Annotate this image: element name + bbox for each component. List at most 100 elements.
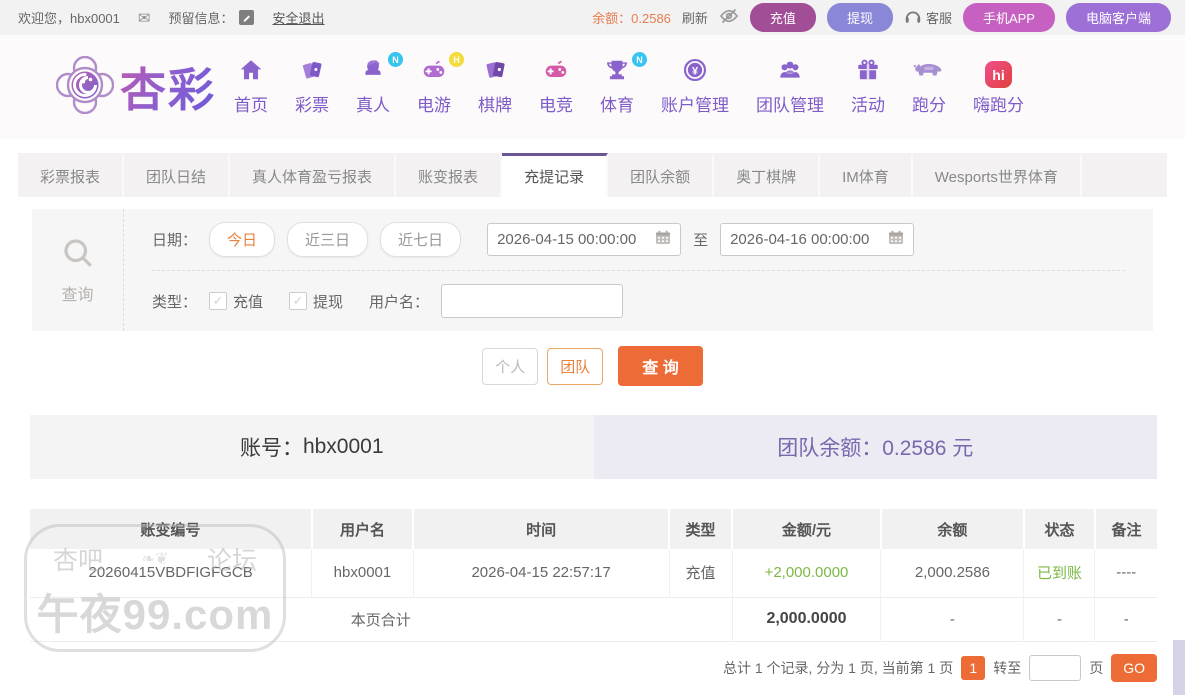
nav-label: 棋牌 <box>478 96 512 115</box>
refresh-link[interactable]: 刷新 <box>682 8 708 27</box>
mobile-app-button[interactable]: 手机APP <box>962 3 1055 32</box>
balance-value: 0.2586 <box>631 11 671 26</box>
go-button[interactable]: GO <box>1111 653 1157 682</box>
nav-item-home[interactable]: 首页 <box>234 58 268 116</box>
brand-logo[interactable]: 杏彩 <box>55 54 216 120</box>
date-from-input[interactable] <box>497 231 650 248</box>
calendar-icon[interactable] <box>655 230 671 249</box>
tab-wesports[interactable]: Wesports世界体育 <box>913 153 1082 197</box>
range-3days-button[interactable]: 近三日 <box>287 222 369 257</box>
nav-label: 电游 <box>417 96 451 115</box>
nav-item-esports[interactable]: 电竞 <box>539 58 573 116</box>
nav-item-egames[interactable]: H 电游 <box>417 52 464 116</box>
goto-page-input[interactable] <box>1029 654 1082 681</box>
eye-slash-icon[interactable] <box>719 6 739 29</box>
filter-panel: 查询 日期： 今日 近三日 近七日 至 <box>32 209 1153 331</box>
nav-label: 首页 <box>234 96 268 115</box>
search-button[interactable]: 查 询 <box>618 346 703 386</box>
col-amount: 金额/元 <box>731 509 881 549</box>
tab-deposit-withdraw-records[interactable]: 充提记录 <box>502 153 609 197</box>
nav-item-paofen[interactable]: 跑分 <box>912 58 946 116</box>
username-input[interactable] <box>441 284 624 318</box>
col-balance: 余额 <box>879 509 1024 549</box>
summary-row: 本页合计 2,000.0000 - - - <box>30 597 1157 642</box>
summary-amount: 2,000.0000 <box>731 597 881 642</box>
nav-label: 跑分 <box>912 96 946 115</box>
nav-badge: H <box>449 52 464 67</box>
col-status: 状态 <box>1022 509 1095 549</box>
summary-dash: - <box>1094 597 1157 642</box>
nav-item-live[interactable]: N 真人 <box>356 52 403 116</box>
nav-item-hi-paofen[interactable]: hi 嗨跑分 <box>973 58 1024 116</box>
personal-button[interactable]: 个人 <box>482 347 539 385</box>
summary-dash: - <box>1023 597 1095 642</box>
range-today-button[interactable]: 今日 <box>209 222 276 257</box>
pc-client-button[interactable]: 电脑客户端 <box>1065 3 1171 32</box>
type-label: 类型： <box>152 293 198 311</box>
trophy-icon <box>604 57 630 88</box>
tab-account-changes[interactable]: 账变报表 <box>396 153 503 197</box>
nav-label: 活动 <box>851 96 885 115</box>
nav-item-lottery[interactable]: 彩票 <box>295 58 329 116</box>
nav-item-promotions[interactable]: 活动 <box>851 58 885 116</box>
nav-item-sports[interactable]: N 体育 <box>600 52 647 116</box>
logo-flower-icon <box>55 55 115 119</box>
table-row: 20260415VBDFIGFGCB hbx0001 2026-04-15 22… <box>30 549 1157 598</box>
date-to-input[interactable] <box>730 231 883 248</box>
hi-app-icon: hi <box>985 61 1012 88</box>
balance-label: 余额： <box>592 11 632 26</box>
current-page-button[interactable]: 1 <box>961 655 986 680</box>
edit-icon[interactable] <box>239 10 255 25</box>
date-to-field[interactable] <box>720 223 915 256</box>
tab-lottery-report[interactable]: 彩票报表 <box>18 153 125 197</box>
esports-gamepad-icon <box>542 57 570 88</box>
scrollbar-thumb[interactable] <box>1173 640 1185 695</box>
deposit-checkbox[interactable]: ✓ <box>209 292 228 310</box>
team-balance-value: 0.2586 元 <box>882 437 974 460</box>
nav-label: 团队管理 <box>756 96 824 115</box>
nav-item-boardgames[interactable]: 棋牌 <box>478 58 512 116</box>
nav-label: 真人 <box>356 96 390 115</box>
svg-text:¥: ¥ <box>692 65 698 77</box>
nav-item-account-management[interactable]: ¥ 账户管理 <box>661 58 729 116</box>
team-balance-label: 团队余额： <box>777 437 883 460</box>
summary-label: 本页合计 <box>30 597 733 642</box>
calendar-icon[interactable] <box>888 230 904 249</box>
tab-live-sports-pl[interactable]: 真人体育盈亏报表 <box>230 153 397 197</box>
deposit-button[interactable]: 充值 <box>749 3 816 32</box>
withdraw-checkbox[interactable]: ✓ <box>289 292 308 310</box>
cell-amount: +2,000.0000 <box>731 549 881 598</box>
cell-status: 已到账 <box>1023 549 1095 598</box>
pagination-summary: 总计 1 个记录, 分为 1 页, 当前第 1 页 <box>722 659 954 676</box>
tab-im-sports[interactable]: IM体育 <box>820 153 913 197</box>
nav-label: 账户管理 <box>661 96 729 115</box>
search-icon <box>60 235 96 276</box>
team-button[interactable]: 团队 <box>547 347 604 385</box>
logout-link[interactable]: 安全退出 <box>272 8 324 27</box>
cell-username: hbx0001 <box>311 549 414 598</box>
page-unit-label: 页 <box>1089 659 1104 676</box>
account-value: hbx0001 <box>302 435 384 458</box>
gamepad-icon <box>420 57 448 88</box>
tab-aoding-boardgames[interactable]: 奥丁棋牌 <box>714 153 821 197</box>
tab-team-daily[interactable]: 团队日结 <box>124 153 231 197</box>
people-group-icon <box>776 57 804 88</box>
col-remark: 备注 <box>1093 509 1157 549</box>
withdraw-button[interactable]: 提现 <box>826 3 893 32</box>
tab-team-balance[interactable]: 团队余额 <box>608 153 715 197</box>
customer-service-label: 客服 <box>925 11 952 26</box>
cell-time: 2026-04-15 22:57:17 <box>412 549 669 598</box>
date-from-field[interactable] <box>487 223 682 256</box>
site-header: 杏彩 首页 彩票 N 真人 H 电游 棋牌 电竞 N 体育 ¥ 账户管理 团队管… <box>0 35 1185 139</box>
pagination: 总计 1 个记录, 分为 1 页, 当前第 1 页 1 转至 页 GO <box>0 653 1157 682</box>
query-side-label[interactable]: 查询 <box>32 209 124 331</box>
customer-service[interactable]: 客服 <box>904 7 952 28</box>
person-icon <box>360 57 386 88</box>
reserved-info-label: 预留信息： <box>168 11 234 26</box>
topbar: 欢迎您，hbx0001 ✉ 预留信息： 安全退出 余额：0.2586 刷新 充值… <box>0 0 1185 35</box>
nav-item-team-management[interactable]: 团队管理 <box>756 58 824 116</box>
coin-yen-icon: ¥ <box>682 57 708 88</box>
home-icon <box>238 57 264 88</box>
message-icon[interactable]: ✉ <box>138 9 151 27</box>
range-7days-button[interactable]: 近七日 <box>380 222 462 257</box>
